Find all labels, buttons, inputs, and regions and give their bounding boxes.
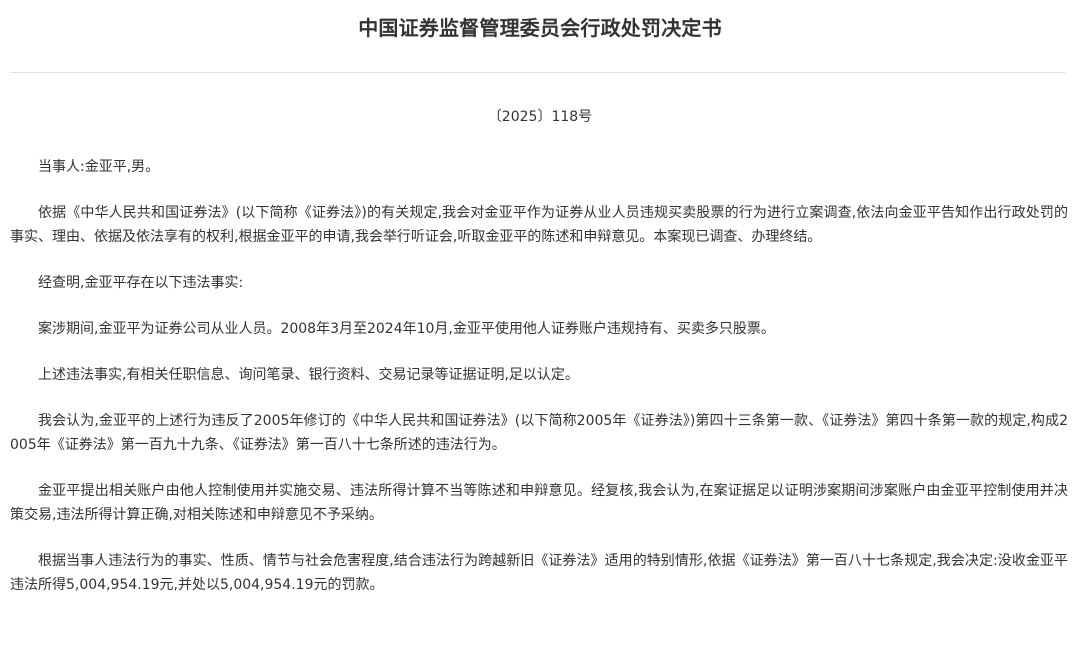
document-body: 当事人:金亚平,男。 依据《中华人民共和国证券法》(以下简称《证券法》)的有关规… bbox=[10, 155, 1068, 619]
document-number: 〔2025〕118号 bbox=[487, 109, 593, 125]
paragraph-party: 当事人:金亚平,男。 bbox=[38, 159, 160, 175]
paragraph-decision: 根据当事人违法行为的事实、性质、情节与社会危害程度,结合违法行为跨越新旧《证券法… bbox=[10, 553, 1068, 593]
title-divider bbox=[10, 72, 1066, 73]
paragraph-basis: 依据《中华人民共和国证券法》(以下简称《证券法》)的有关规定,我会对金亚平作为证… bbox=[10, 205, 1068, 245]
paragraph-evidence: 上述违法事实,有相关任职信息、询问笔录、银行资料、交易记录等证据证明,足以认定。 bbox=[38, 367, 579, 383]
paragraph-facts: 案涉期间,金亚平为证券公司从业人员。2008年3月至2024年10月,金亚平使用… bbox=[38, 321, 775, 337]
paragraph-defense-review: 金亚平提出相关账户由他人控制使用并实施交易、违法所得计算不当等陈述和申辩意见。经… bbox=[10, 483, 1068, 523]
paragraph-findings-intro: 经查明,金亚平存在以下违法事实: bbox=[38, 275, 244, 291]
document-title: 中国证券监督管理委员会行政处罚决定书 bbox=[358, 16, 722, 40]
document-page: 中国证券监督管理委员会行政处罚决定书 〔2025〕118号 当事人:金亚平,男。… bbox=[0, 0, 1080, 656]
paragraph-legal-analysis: 我会认为,金亚平的上述行为违反了2005年修订的《中华人民共和国证券法》(以下简… bbox=[10, 413, 1068, 453]
